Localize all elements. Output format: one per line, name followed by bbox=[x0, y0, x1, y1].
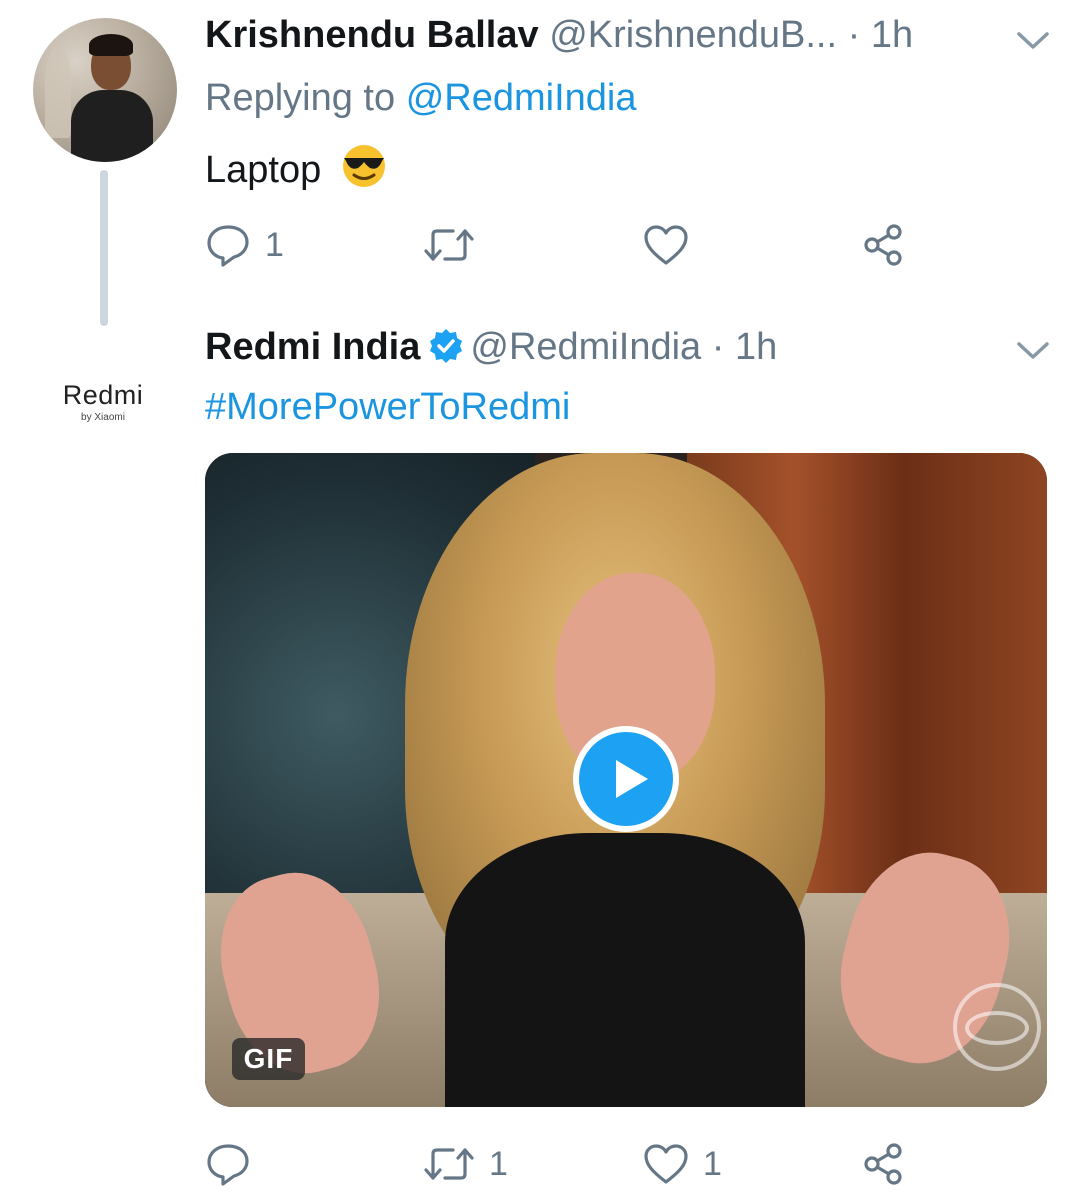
tweet2-retweet-button[interactable]: 1 bbox=[423, 1134, 508, 1194]
avatar-krishnendu[interactable] bbox=[33, 18, 177, 162]
tweet1-retweet-button[interactable] bbox=[423, 215, 489, 275]
replying-to-label: Replying to bbox=[205, 77, 396, 119]
like-icon bbox=[644, 1144, 688, 1184]
sunglasses-emoji-icon bbox=[340, 144, 388, 195]
redmi-logo-word: Redmi bbox=[62, 380, 144, 410]
tweet1-replying-to: Replying to @RedmiIndia bbox=[205, 79, 636, 117]
cbs-logo-icon bbox=[953, 983, 1041, 1071]
tweet1-reply-count: 1 bbox=[265, 225, 284, 264]
gif-badge: GIF bbox=[232, 1038, 305, 1080]
avatar-redmi-india[interactable]: Redmi by Xiaomi bbox=[28, 340, 178, 490]
tweet1-text-body: Laptop bbox=[205, 149, 322, 191]
tweet1-text: Laptop bbox=[205, 144, 388, 195]
tweet1-actions: 1 bbox=[205, 215, 1025, 275]
tweet1-display-name[interactable]: Krishnendu Ballav bbox=[205, 14, 539, 56]
chevron-down-icon[interactable] bbox=[1015, 340, 1051, 362]
tweet2-like-count: 1 bbox=[703, 1144, 722, 1183]
tweet2-text: #MorePowerToRedmi bbox=[205, 388, 570, 426]
redmi-logo-sub: by Xiaomi bbox=[81, 412, 125, 423]
tweet2-share-button[interactable] bbox=[861, 1134, 905, 1194]
tweet1-reply-button[interactable]: 1 bbox=[205, 215, 284, 275]
verified-badge-icon bbox=[428, 328, 464, 371]
avatar-person-hair bbox=[89, 34, 133, 56]
tweet2-display-name[interactable]: Redmi India bbox=[205, 326, 420, 368]
play-icon bbox=[579, 732, 673, 826]
tweet2-handle[interactable]: @RedmiIndia bbox=[470, 326, 701, 368]
tweet2-actions: 1 1 bbox=[205, 1134, 1025, 1194]
tweet2-retweet-count: 1 bbox=[489, 1144, 508, 1183]
retweet-icon bbox=[424, 1148, 474, 1180]
tweet2-reply-button[interactable] bbox=[205, 1134, 265, 1194]
avatar-person-body bbox=[71, 90, 153, 162]
play-button[interactable] bbox=[573, 726, 679, 832]
media-person-dress bbox=[445, 833, 805, 1107]
share-icon bbox=[864, 224, 902, 266]
replying-to-handle[interactable]: @RedmiIndia bbox=[406, 77, 637, 119]
redmi-logo: Redmi by Xiaomi bbox=[28, 380, 178, 423]
retweet-icon bbox=[424, 229, 474, 261]
gif-media[interactable]: GIF bbox=[205, 453, 1047, 1107]
tweet2-header: Redmi India @RedmiIndia · 1h bbox=[205, 328, 777, 371]
tweet1-header: Krishnendu Ballav @KrishnenduB... · 1h bbox=[205, 16, 913, 54]
tweet1-handle[interactable]: @KrishnenduB... bbox=[549, 14, 837, 56]
tweet2-like-button[interactable]: 1 bbox=[643, 1134, 722, 1194]
thread-connector-line bbox=[100, 170, 108, 326]
hashtag-link[interactable]: #MorePowerToRedmi bbox=[205, 386, 570, 428]
tweet2-time[interactable]: · 1h bbox=[712, 326, 777, 368]
like-icon bbox=[644, 225, 688, 265]
tweet1-time[interactable]: · 1h bbox=[848, 14, 913, 56]
reply-icon bbox=[207, 1144, 249, 1186]
reply-icon bbox=[207, 225, 249, 267]
chevron-down-icon[interactable] bbox=[1015, 30, 1051, 52]
tweet1-share-button[interactable] bbox=[861, 215, 905, 275]
avatar-background-statue bbox=[45, 48, 71, 138]
share-icon bbox=[864, 1143, 902, 1185]
tweet1-like-button[interactable] bbox=[643, 215, 703, 275]
